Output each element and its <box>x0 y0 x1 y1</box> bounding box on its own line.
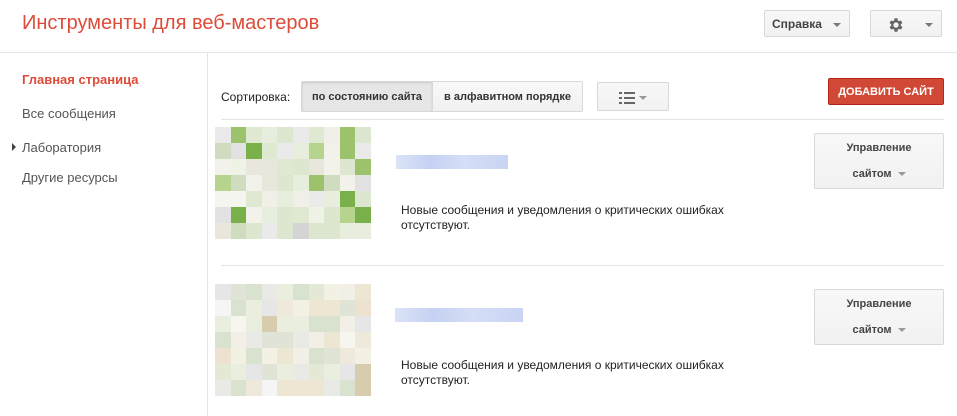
chevron-down-icon <box>897 172 906 177</box>
site-thumbnail[interactable] <box>215 127 371 239</box>
sidebar-item-all-messages[interactable]: Все сообщения <box>22 106 116 121</box>
sidebar-item-labs[interactable]: Лаборатория <box>22 140 101 155</box>
app-title: Инструменты для веб-мастеров <box>22 12 320 34</box>
site-status-message: Новые сообщения и уведомления о критичес… <box>401 358 724 387</box>
chevron-down-icon <box>925 23 933 27</box>
site-url-link[interactable] <box>395 308 523 322</box>
sidebar-item-other-resources[interactable]: Другие ресурсы <box>22 170 118 185</box>
settings-button[interactable] <box>870 10 942 37</box>
add-site-button[interactable]: ДОБАВИТЬ САЙТ <box>828 78 944 105</box>
divider <box>221 119 944 120</box>
chevron-down-icon <box>897 328 906 333</box>
gear-icon <box>889 18 903 32</box>
view-mode-button[interactable] <box>597 82 669 111</box>
expand-arrow-icon[interactable] <box>12 143 16 151</box>
help-button-label: Справка <box>772 17 822 31</box>
sidebar-item-home[interactable]: Главная страница <box>22 72 138 87</box>
list-view-icon <box>619 92 635 104</box>
manage-site-label-line1: Управление <box>846 142 912 154</box>
chevron-down-icon <box>833 23 841 27</box>
manage-site-label-line2: сайтом <box>852 168 892 180</box>
manage-site-button[interactable]: Управление сайтом <box>814 289 944 345</box>
site-status-message: Новые сообщения и уведомления о критичес… <box>401 203 724 232</box>
help-button[interactable]: Справка <box>764 10 850 37</box>
sort-label: Сортировка: <box>221 90 291 104</box>
sort-alphabetical-button[interactable]: в алфавитном порядке <box>432 81 583 112</box>
site-thumbnail[interactable] <box>215 284 371 396</box>
top-header: Инструменты для веб-мастеров Справка <box>0 0 957 53</box>
divider <box>221 265 944 266</box>
manage-site-label-line1: Управление <box>846 298 912 310</box>
sort-by-status-button[interactable]: по состоянию сайта <box>301 81 433 112</box>
chevron-down-icon <box>639 96 647 100</box>
manage-site-button[interactable]: Управление сайтом <box>814 133 944 189</box>
manage-site-label-line2: сайтом <box>852 324 892 336</box>
site-url-link[interactable] <box>396 155 508 169</box>
